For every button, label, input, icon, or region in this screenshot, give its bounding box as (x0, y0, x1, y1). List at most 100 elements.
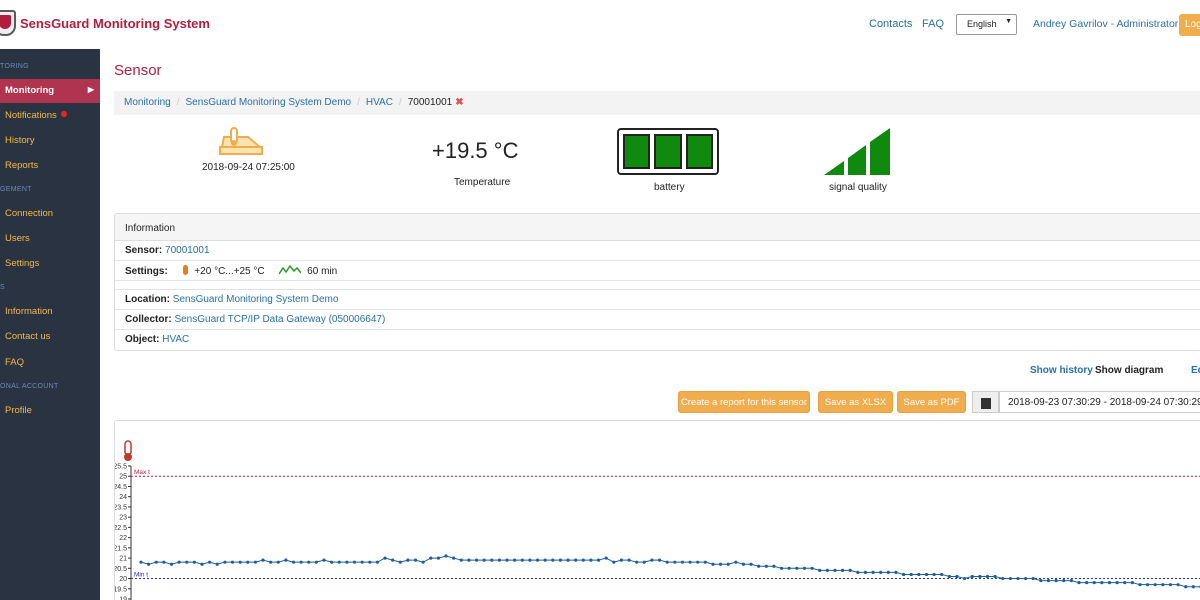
data-point (627, 558, 631, 562)
data-point (497, 558, 502, 562)
data-point (391, 558, 395, 562)
breadcrumb-hvac[interactable]: HVAC (366, 97, 393, 108)
language-select[interactable]: English ▼ (956, 14, 1017, 35)
calendar-icon[interactable] (972, 391, 999, 413)
close-icon[interactable]: ✖ (455, 97, 463, 108)
nav-contacts-link[interactable]: Contacts (869, 18, 912, 30)
data-point (261, 558, 265, 562)
edit-link[interactable]: Ed (1191, 365, 1200, 376)
nav-faq-link[interactable]: FAQ (922, 18, 944, 30)
data-point (1153, 583, 1157, 587)
sidebar-item-label: Reports (5, 160, 39, 171)
location-label: Location: (125, 294, 170, 305)
data-point (635, 560, 639, 564)
sidebar-item-notifications[interactable]: Notifications (0, 104, 100, 128)
settings-temp-range: +20 °C...+25 °C (194, 266, 265, 277)
save-pdf-button[interactable]: Save as PDF (897, 391, 966, 413)
temperature-chart-panel: 19 19.5 20 20.5 21 21.5 22 22.5 23 23.5 24 24.5 25 25… (114, 420, 1200, 600)
sidebar-item-history[interactable]: History (0, 129, 100, 153)
date-range-input[interactable]: 2018-09-23 07:30:29 - 2018-09-24 07:30:2… (999, 391, 1200, 413)
data-point (589, 558, 593, 562)
data-point (520, 558, 524, 562)
data-point (711, 562, 715, 566)
data-point (619, 558, 624, 562)
save-xlsx-button[interactable]: Save as XLSX (818, 391, 893, 413)
breadcrumb: Monitoring / SensGuard Monitoring System D… (114, 91, 1200, 115)
location-link[interactable]: SensGuard Monitoring System Demo (173, 294, 339, 305)
sidebar-item-reports[interactable]: Reports (0, 154, 100, 178)
data-point (474, 558, 479, 562)
data-point (688, 560, 692, 564)
data-point (802, 566, 807, 570)
data-point (230, 560, 235, 564)
data-point (833, 568, 837, 572)
breadcrumb-monitoring[interactable]: Monitoring (124, 97, 171, 108)
sidebar-item-contact-us[interactable]: Contact us (0, 325, 100, 349)
data-point (680, 560, 685, 564)
sidebar-item-connection[interactable]: Connection (0, 202, 100, 226)
show-history-link[interactable]: Show history (1030, 365, 1093, 376)
data-point (596, 558, 601, 562)
settings-label: Settings: (125, 266, 168, 277)
user-account-link[interactable]: Andrey Gavrilov - Administrator (1033, 18, 1178, 30)
data-point (612, 560, 616, 564)
logout-button[interactable]: Log (1179, 14, 1200, 36)
sidebar-item-information[interactable]: Information (0, 300, 100, 324)
data-point (1031, 576, 1035, 581)
data-point (764, 564, 768, 568)
data-point (741, 562, 746, 566)
y-tick-label: 25.5 (115, 464, 127, 471)
y-tick-label: 22 (119, 535, 127, 542)
data-point (1085, 581, 1089, 585)
create-report-button[interactable]: Create a report for this sensor (678, 391, 810, 413)
data-point (810, 566, 814, 570)
data-point (139, 560, 143, 564)
sidebar-item-users[interactable]: Users (0, 227, 100, 251)
data-point (1077, 581, 1081, 585)
sensor-label: Sensor: (125, 245, 163, 256)
data-point (276, 560, 280, 564)
data-point (299, 560, 303, 564)
brand-title[interactable]: SensGuard Monitoring System (20, 16, 210, 31)
sidebar-item-faq[interactable]: FAQ (0, 351, 100, 375)
show-diagram-tab[interactable]: Show diagram (1095, 365, 1163, 376)
data-point (749, 562, 753, 566)
data-point (322, 558, 326, 562)
object-row: Object: HVAC (115, 330, 1200, 350)
y-tick-label: 24 (119, 494, 127, 501)
data-point (406, 558, 410, 562)
interval-wave-icon (278, 264, 302, 275)
language-value: English (967, 19, 997, 29)
y-tick-label: 24.5 (115, 484, 127, 491)
sidebar-item-label: FAQ (5, 357, 25, 368)
data-point (535, 558, 540, 562)
y-tick-label: 22.5 (115, 525, 127, 532)
sidebar-item-label: Users (5, 233, 30, 244)
data-point (1130, 581, 1134, 585)
data-point (452, 556, 456, 560)
data-point (917, 572, 921, 577)
data-point (200, 562, 204, 566)
data-point (1191, 585, 1195, 589)
sidebar-item-settings[interactable]: Settings (0, 252, 100, 276)
data-point (352, 560, 357, 564)
collector-label: Collector: (125, 314, 172, 325)
sidebar-item-label: Profile (5, 405, 32, 416)
data-point (398, 560, 402, 564)
thermometer-icon (182, 265, 188, 275)
sidebar-item-monitoring[interactable]: Monitoring ▶ (0, 79, 100, 103)
data-point (1168, 583, 1173, 587)
breadcrumb-demo[interactable]: SensGuard Monitoring System Demo (185, 97, 351, 108)
data-point (459, 558, 463, 562)
sidebar-item-label: Settings (5, 258, 40, 269)
data-point (856, 570, 860, 574)
sensor-link[interactable]: 70001001 (165, 245, 210, 256)
data-point (924, 572, 929, 577)
sidebar-item-profile[interactable]: Profile (0, 399, 100, 423)
collector-link[interactable]: SensGuard TCP/IP Data Gateway (050006647… (174, 314, 385, 325)
data-point (1115, 581, 1119, 585)
object-link[interactable]: HVAC (162, 334, 189, 345)
data-point (1008, 576, 1012, 581)
data-point (223, 560, 227, 564)
app-logo[interactable] (0, 10, 16, 36)
